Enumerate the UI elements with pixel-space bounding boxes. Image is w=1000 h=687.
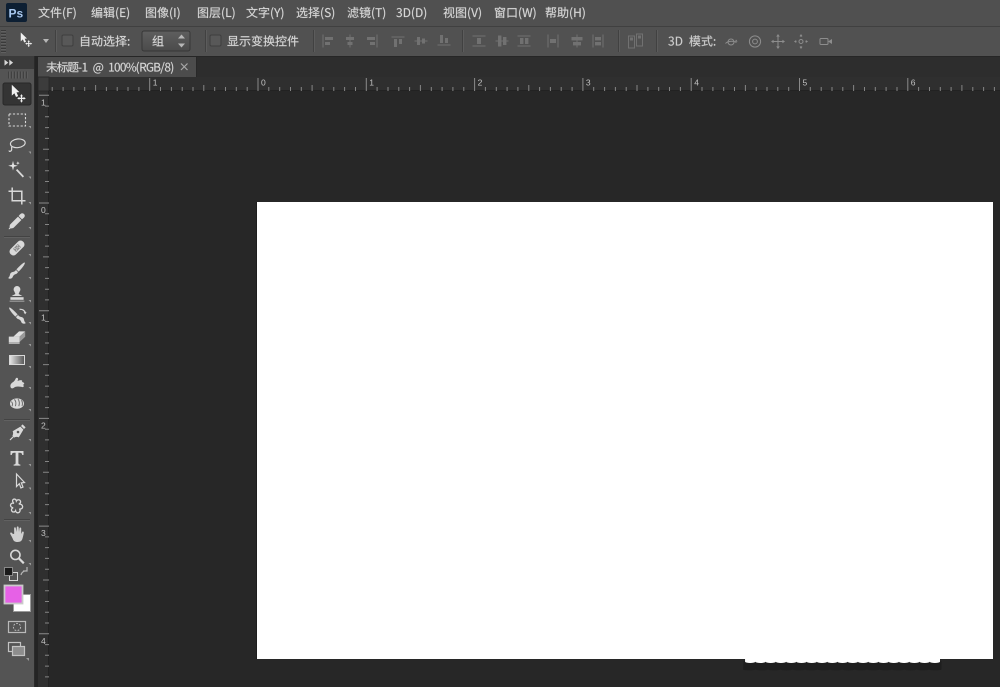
svg-text:1: 1	[41, 313, 46, 323]
svg-text:Ps: Ps	[9, 7, 24, 21]
svg-text:4: 4	[41, 636, 46, 646]
svg-text:3: 3	[41, 528, 46, 538]
svg-text:4: 4	[694, 78, 699, 88]
svg-text:2: 2	[41, 420, 46, 430]
svg-text:1: 1	[369, 78, 374, 88]
svg-text:1: 1	[153, 78, 158, 88]
svg-text:3: 3	[586, 78, 591, 88]
svg-text:0: 0	[41, 205, 46, 215]
svg-text:5: 5	[803, 78, 808, 88]
svg-text:2: 2	[478, 78, 483, 88]
svg-text:1: 1	[41, 97, 46, 107]
svg-text:0: 0	[261, 78, 266, 88]
svg-text:6: 6	[911, 78, 916, 88]
